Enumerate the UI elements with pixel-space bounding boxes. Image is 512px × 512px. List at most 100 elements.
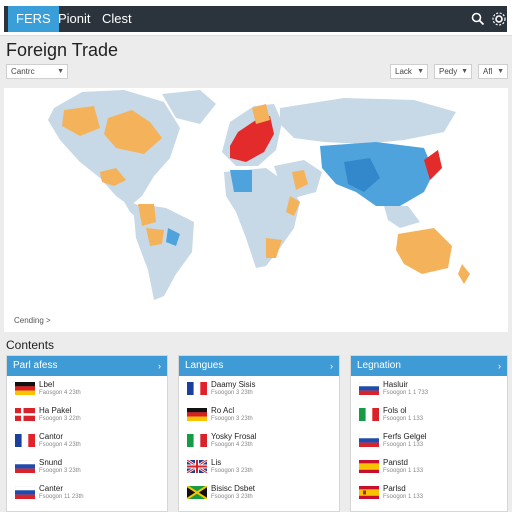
region-southeast-asia[interactable] bbox=[384, 206, 420, 228]
tab-pionit[interactable]: Pionit bbox=[50, 6, 99, 32]
country-select-value: Cantrc bbox=[11, 67, 35, 76]
panel-2-title: Langues bbox=[185, 360, 224, 371]
panel-2: Langues › Daamy Sisis Fsoogon 3 23th Ro … bbox=[178, 355, 340, 512]
filter-select-2-value: Pedy bbox=[439, 67, 458, 76]
gear-icon[interactable] bbox=[491, 11, 507, 27]
list-item[interactable]: Cantor Fsoogon 4 23th bbox=[7, 430, 167, 456]
list-item-name: Ferfs Gelgel bbox=[383, 432, 427, 441]
list-item-name: Hasluir bbox=[383, 380, 408, 389]
list-item-sub: Fsoogon 1 133 bbox=[383, 494, 424, 500]
list-item[interactable]: Lbel Faosgon 4 23th bbox=[7, 378, 167, 404]
contents-title: Contents bbox=[6, 338, 55, 352]
uk-flag-icon bbox=[187, 460, 207, 473]
region-new-zealand[interactable] bbox=[458, 264, 470, 284]
list-item-name: Snund bbox=[39, 458, 63, 467]
list-item[interactable]: Fols ol Fsoogon 1 133 bbox=[351, 404, 507, 430]
search-icon[interactable] bbox=[470, 11, 486, 27]
jamaica-flag-icon bbox=[187, 486, 207, 499]
region-russia[interactable] bbox=[280, 98, 456, 144]
list-item-sub: Fsoogon 11 23th bbox=[39, 494, 84, 500]
chevron-right-icon: › bbox=[158, 361, 161, 371]
list-item-name: Cantor bbox=[39, 432, 64, 441]
world-map-graphic bbox=[48, 90, 470, 300]
filter-select-1[interactable]: Lack ▼ bbox=[390, 64, 428, 79]
list-item-sub: Fsoogon 1 1 733 bbox=[383, 390, 429, 396]
filter-select-1-value: Lack bbox=[395, 67, 412, 76]
list-item-sub: Fsoogon 3 23th bbox=[211, 416, 253, 422]
spain-flag-icon bbox=[359, 460, 379, 473]
page-title: Foreign Trade bbox=[6, 40, 119, 60]
russia-flag-icon bbox=[15, 460, 35, 473]
list-item[interactable]: Ferfs Gelgel Fsoogon 1 133 bbox=[351, 430, 507, 456]
list-item-name: Canter bbox=[39, 484, 64, 493]
denmark-flag-icon bbox=[15, 408, 35, 421]
list-item-sub: Fsoogon 3 23th bbox=[211, 494, 253, 500]
panel-3-title: Legnation bbox=[357, 360, 401, 371]
panel-1-title: Parl afess bbox=[13, 360, 58, 371]
chevron-right-icon: › bbox=[498, 361, 501, 371]
russia-flag-icon bbox=[15, 486, 35, 499]
list-item[interactable]: Ha Pakel Fsoogon 3 22th bbox=[7, 404, 167, 430]
list-item[interactable]: Lis Fsoogon 3 23th bbox=[179, 456, 339, 482]
panel-2-header[interactable]: Langues › bbox=[179, 356, 339, 376]
list-item[interactable]: Panstd Fsoogon 1 133 bbox=[351, 456, 507, 482]
list-item[interactable]: Daamy Sisis Fsoogon 3 23th bbox=[179, 378, 339, 404]
russia-flag-icon bbox=[359, 434, 379, 447]
list-item-name: Ro Acl bbox=[211, 406, 235, 415]
list-item-sub: Fsoogon 3 23th bbox=[211, 390, 253, 396]
filter-select-3[interactable]: Afl ▼ bbox=[478, 64, 508, 79]
list-item[interactable]: Ro Acl Fsoogon 3 23th bbox=[179, 404, 339, 430]
list-item-name: Ha Pakel bbox=[39, 406, 72, 415]
list-item[interactable]: Bisisc Dsbet Fsoogon 3 23th bbox=[179, 482, 339, 508]
filter-select-2[interactable]: Pedy ▼ bbox=[434, 64, 472, 79]
nav-bar: FERS Pionit Clest bbox=[4, 6, 507, 32]
list-item-sub: Fsoogon 1 133 bbox=[383, 468, 424, 474]
world-map[interactable]: Cending > bbox=[4, 88, 508, 332]
france-flag-icon bbox=[15, 434, 35, 447]
spain-flag-icon bbox=[359, 486, 379, 499]
list-item-name: Lis bbox=[211, 458, 222, 467]
list-item-name: Fols ol bbox=[383, 406, 407, 415]
chevron-down-icon: ▼ bbox=[417, 68, 424, 75]
italy-flag-icon bbox=[187, 434, 207, 447]
list-item-name: Bisisc Dsbet bbox=[211, 484, 256, 493]
panel-3: Legnation › Hasluir Fsoogon 1 1 733 Fols… bbox=[350, 355, 508, 512]
list-item-sub: Fsoogon 3 22th bbox=[39, 416, 81, 422]
chevron-down-icon: ▼ bbox=[497, 68, 504, 75]
list-item[interactable]: Snund Fsoogon 3 23th bbox=[7, 456, 167, 482]
region-north-america[interactable] bbox=[48, 90, 180, 206]
list-item-name: Yosky Frosal bbox=[211, 432, 257, 441]
chevron-down-icon: ▼ bbox=[461, 68, 468, 75]
country-select[interactable]: Cantrc ▼ bbox=[6, 64, 68, 79]
top-bar: FERS Pionit Clest bbox=[0, 0, 512, 36]
region-australia[interactable] bbox=[396, 228, 452, 274]
list-item[interactable]: Hasluir Fsoogon 1 1 733 bbox=[351, 378, 507, 404]
chevron-down-icon: ▼ bbox=[57, 68, 64, 75]
list-item[interactable]: Canter Fsoogon 11 23th bbox=[7, 482, 167, 508]
list-item-sub: Fsoogon 1 133 bbox=[383, 442, 424, 448]
list-item-name: Daamy Sisis bbox=[211, 380, 256, 389]
chevron-right-icon: › bbox=[330, 361, 333, 371]
list-item[interactable]: Parlsd Fsoogon 1 133 bbox=[351, 482, 507, 508]
list-item-sub: Fsoogon 4 23th bbox=[39, 442, 81, 448]
panel-1: Parl afess › Lbel Faosgon 4 23th Ha Pake… bbox=[6, 355, 168, 512]
russia-flag-icon bbox=[359, 382, 379, 395]
france-flag-icon bbox=[187, 382, 207, 395]
list-item-sub: Fsoogon 3 23th bbox=[211, 468, 253, 474]
list-item-sub: Fsoogon 3 23th bbox=[39, 468, 81, 474]
panel-3-header[interactable]: Legnation › bbox=[351, 356, 507, 376]
list-item-sub: Fsoogon 1 133 bbox=[383, 416, 424, 422]
list-item-sub: Faosgon 4 23th bbox=[39, 390, 81, 396]
italy-flag-icon bbox=[359, 408, 379, 421]
panel-1-header[interactable]: Parl afess › bbox=[7, 356, 167, 376]
list-item-name: Parlsd bbox=[383, 484, 406, 493]
germany-flag-icon bbox=[187, 408, 207, 421]
list-item-name: Panstd bbox=[383, 458, 408, 467]
list-item-name: Lbel bbox=[39, 380, 55, 389]
list-item-sub: Fsoogon 4 23th bbox=[211, 442, 253, 448]
germany-flag-icon bbox=[15, 382, 35, 395]
list-item[interactable]: Yosky Frosal Fsoogon 4 23th bbox=[179, 430, 339, 456]
tab-clest[interactable]: Clest bbox=[94, 6, 140, 32]
filter-select-3-value: Afl bbox=[483, 67, 493, 76]
map-more-link[interactable]: Cending > bbox=[14, 316, 51, 325]
